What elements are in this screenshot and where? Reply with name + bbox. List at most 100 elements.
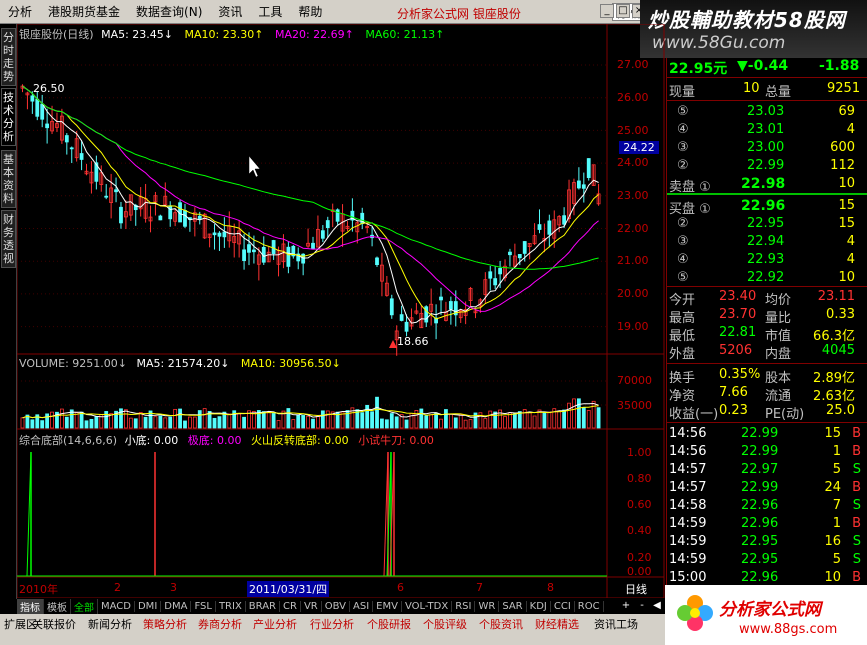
tab-intraday[interactable]: 分时走势: [1, 28, 16, 86]
tick-price: 22.97: [741, 462, 779, 477]
indicator-tab[interactable]: 指标: [17, 598, 44, 614]
indicator-tab[interactable]: OBV: [322, 600, 350, 612]
candle-body: [325, 220, 330, 229]
nav-plus-button[interactable]: +: [619, 599, 633, 613]
ask-volume: 10: [838, 176, 855, 191]
volume-bar: [316, 416, 320, 429]
candle-body: [375, 257, 379, 266]
indicator-name: 综合底部(14,6,6,6): [19, 434, 118, 447]
stat-label: 外盘: [669, 347, 696, 362]
vol-ma5-value: MA5: 21574.20↓: [136, 357, 230, 370]
indicator-header: 综合底部(14,6,6,6) 小底: 0.00 极底: 0.00 火山反转底部:…: [19, 432, 434, 448]
indicator-tab[interactable]: EMV: [373, 600, 402, 612]
volume-bar: [458, 414, 463, 429]
status-tab[interactable]: 产业分析: [253, 616, 297, 632]
indicator-a: 小底: 0.00: [124, 434, 179, 447]
bid-level: ⑤: [677, 270, 689, 285]
bid-price: 22.92: [747, 270, 785, 285]
indicator-tab[interactable]: CCI: [551, 600, 575, 612]
indicator-tab[interactable]: ASI: [350, 600, 374, 612]
tick-side: B: [852, 426, 861, 441]
status-tab[interactable]: 个股评级: [423, 616, 467, 632]
price-pct: -1.88: [819, 58, 860, 74]
status-tab[interactable]: 个股研报: [367, 616, 411, 632]
nav-minus-button[interactable]: -: [635, 599, 649, 613]
ctrl-min-button[interactable]: _: [600, 4, 614, 18]
logo-area: 分析家公式网 www.88gs.com: [665, 585, 867, 645]
status-tab[interactable]: 券商分析: [198, 616, 242, 632]
tick-side: S: [852, 552, 861, 567]
ctrl-max-button[interactable]: □: [616, 4, 630, 18]
volume-bar: [89, 418, 94, 429]
date-8: 8: [547, 581, 554, 594]
indicator-tab[interactable]: DMA: [161, 600, 192, 612]
status-tab[interactable]: 个股资讯: [479, 616, 523, 632]
status-tab[interactable]: 新闻分析: [88, 616, 132, 632]
status-tab[interactable]: 财经精选: [535, 616, 579, 632]
menu-data-query[interactable]: 数据查询(N): [128, 3, 210, 20]
volume-bar: [64, 416, 69, 429]
candle-body: [311, 242, 315, 250]
ind-tick-02: 0.20: [627, 551, 652, 564]
candle-body: [508, 251, 512, 256]
indicator-tab[interactable]: WR: [475, 600, 500, 612]
ask-price: 23.01: [747, 122, 785, 137]
watermark-banner: 炒股輔助教材58股网 www.58Gu.com: [640, 0, 867, 58]
date-cursor: 2011/03/31/四: [247, 581, 330, 597]
status-tab[interactable]: 关联报价: [32, 616, 76, 632]
indicator-tab[interactable]: 模板: [44, 598, 71, 614]
volume-bar: [444, 409, 448, 429]
indicator-tab[interactable]: CR: [280, 600, 301, 612]
price-tick-19: 19.00: [617, 320, 649, 333]
volume-bar: [532, 415, 537, 429]
indicator-tab[interactable]: DMI: [135, 600, 162, 612]
status-tab[interactable]: 资讯工场: [594, 616, 638, 632]
candle-body: [35, 98, 40, 117]
volume-value: VOLUME: 9251.00↓: [19, 357, 127, 370]
indicator-tab[interactable]: ROC: [575, 600, 604, 612]
stat-label: 换手: [669, 371, 696, 386]
menu-tools[interactable]: 工具: [250, 3, 290, 20]
candle-body: [114, 189, 118, 193]
menu-help[interactable]: 帮助: [290, 3, 330, 20]
menu-hk-futures[interactable]: 港股期货基金: [40, 3, 128, 20]
menu-analysis[interactable]: 分析: [0, 3, 40, 20]
nav-left-button[interactable]: ◀: [650, 599, 664, 613]
indicator-b: 极底: 0.00: [187, 434, 242, 447]
indicator-tab[interactable]: VOL-TDX: [402, 600, 453, 612]
kline-svg: [17, 24, 665, 599]
date-3: 3: [170, 581, 177, 594]
volume-bar: [576, 398, 581, 429]
indicator-tab[interactable]: FSL: [191, 600, 216, 612]
ma-lines: [22, 85, 599, 348]
tab-financials[interactable]: 财务透视: [1, 210, 16, 268]
volume-bar: [158, 415, 163, 429]
status-tab[interactable]: 行业分析: [310, 616, 354, 632]
indicator-tab[interactable]: TRIX: [216, 600, 246, 612]
volume-bar: [40, 420, 45, 429]
candle-body: [104, 195, 109, 198]
ma10-line: [22, 85, 599, 320]
kline-chart-area[interactable]: 银座股份(日线) MA5: 23.45↓ MA10: 23.30↑ MA20: …: [17, 24, 665, 599]
indicator-tab[interactable]: MACD: [98, 600, 135, 612]
indicator-tab[interactable]: VR: [301, 600, 322, 612]
ask-level: ⑤: [677, 104, 689, 119]
tab-fundamentals[interactable]: 基本资料: [1, 150, 16, 208]
volume-ma5-line: [22, 402, 599, 419]
tab-technical[interactable]: 技术分析: [1, 88, 16, 146]
volume-bar: [138, 412, 143, 429]
volume-bar: [133, 418, 138, 429]
indicator-tab[interactable]: RSI: [452, 600, 476, 612]
ma10-value: MA10: 23.30↑: [184, 28, 264, 41]
period-label[interactable]: 日线: [625, 581, 647, 597]
indicator-tab[interactable]: 全部: [71, 598, 98, 614]
stat-value: 4045: [821, 343, 855, 358]
volume-bar: [286, 408, 291, 429]
volume-bar: [178, 408, 182, 429]
indicator-tab[interactable]: SAR: [499, 600, 527, 612]
menu-news[interactable]: 资讯: [210, 3, 250, 20]
tick-row: 14:56 22.99 1 B: [667, 444, 867, 461]
indicator-tab[interactable]: KDJ: [527, 600, 551, 612]
status-tab[interactable]: 策略分析: [143, 616, 187, 632]
indicator-tab[interactable]: BRAR: [246, 600, 280, 612]
